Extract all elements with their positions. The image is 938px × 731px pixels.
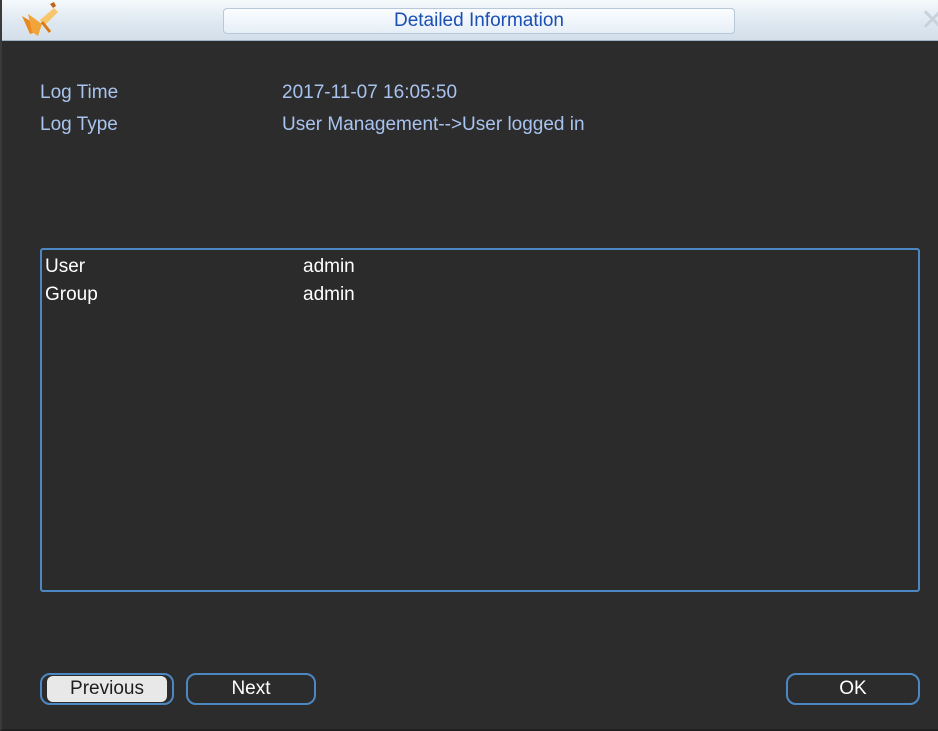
detail-key: Group	[45, 284, 98, 305]
ok-button[interactable]: OK	[786, 673, 920, 705]
detail-value: admin	[303, 284, 355, 305]
next-button[interactable]: Next	[186, 673, 316, 705]
log-time-value: 2017-11-07 16:05:50	[282, 82, 458, 103]
previous-button[interactable]: Previous	[40, 673, 174, 705]
log-type-value: User Management-->User logged in	[282, 114, 585, 135]
log-time-label: Log Time	[40, 82, 119, 103]
next-button-label: Next	[231, 678, 271, 699]
detailed-information-dialog: Detailed Information ✕ Log Time 2017-11-…	[0, 0, 938, 731]
pencil-check-logo-icon	[22, 2, 58, 36]
dialog-title: Detailed Information	[223, 8, 735, 34]
log-type-label: Log Type	[40, 114, 118, 135]
details-list[interactable]: User admin Group admin	[40, 248, 920, 592]
detail-value: admin	[303, 256, 355, 277]
close-icon[interactable]: ✕	[920, 6, 938, 36]
ok-button-label: OK	[839, 678, 867, 699]
previous-button-label: Previous	[70, 678, 144, 699]
detail-key: User	[45, 256, 86, 277]
title-bar[interactable]: Detailed Information ✕	[2, 0, 938, 41]
